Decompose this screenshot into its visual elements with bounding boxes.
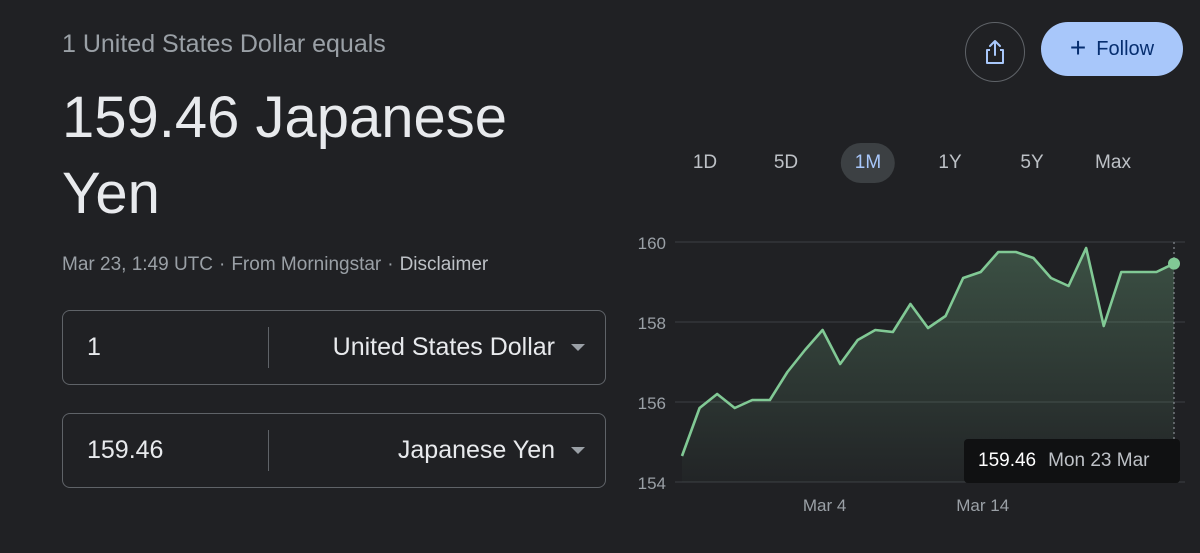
data-point <box>769 399 771 401</box>
data-point <box>839 363 841 365</box>
data-point <box>786 371 788 373</box>
data-point <box>962 277 964 279</box>
currency-converter-card: 1 United States Dollar equals 159.46 Jap… <box>0 0 1200 553</box>
y-tick-label: 160 <box>638 234 666 253</box>
data-point <box>716 393 718 395</box>
data-point <box>821 329 823 331</box>
data-point <box>1050 277 1052 279</box>
data-point <box>857 339 859 341</box>
data-point <box>681 455 683 457</box>
data-point <box>927 327 929 329</box>
y-tick-label: 158 <box>638 314 666 333</box>
data-point <box>874 329 876 331</box>
data-point <box>1155 271 1157 273</box>
chart-tooltip: 159.46 Mon 23 Mar <box>964 439 1180 483</box>
data-point <box>997 251 999 253</box>
current-point <box>1168 257 1180 270</box>
y-tick-label: 156 <box>638 394 666 413</box>
data-point <box>734 407 736 409</box>
data-point <box>1085 247 1087 249</box>
data-point <box>892 331 894 333</box>
data-point <box>1032 257 1034 259</box>
tooltip-date: Mon 23 Mar <box>1048 450 1150 471</box>
data-point <box>909 303 911 305</box>
data-point <box>944 315 946 317</box>
data-point <box>1015 251 1017 253</box>
data-point <box>698 407 700 409</box>
data-point <box>804 349 806 351</box>
x-tick-label: Mar 4 <box>803 496 846 515</box>
data-point <box>1067 285 1069 287</box>
tooltip-value: 159.46 <box>978 450 1037 471</box>
data-point <box>1120 271 1122 273</box>
data-point <box>980 271 982 273</box>
data-point <box>1103 325 1105 327</box>
data-point <box>1138 271 1140 273</box>
y-tick-label: 154 <box>638 474 666 493</box>
x-tick-label: Mar 14 <box>956 496 1009 515</box>
data-point <box>751 399 753 401</box>
